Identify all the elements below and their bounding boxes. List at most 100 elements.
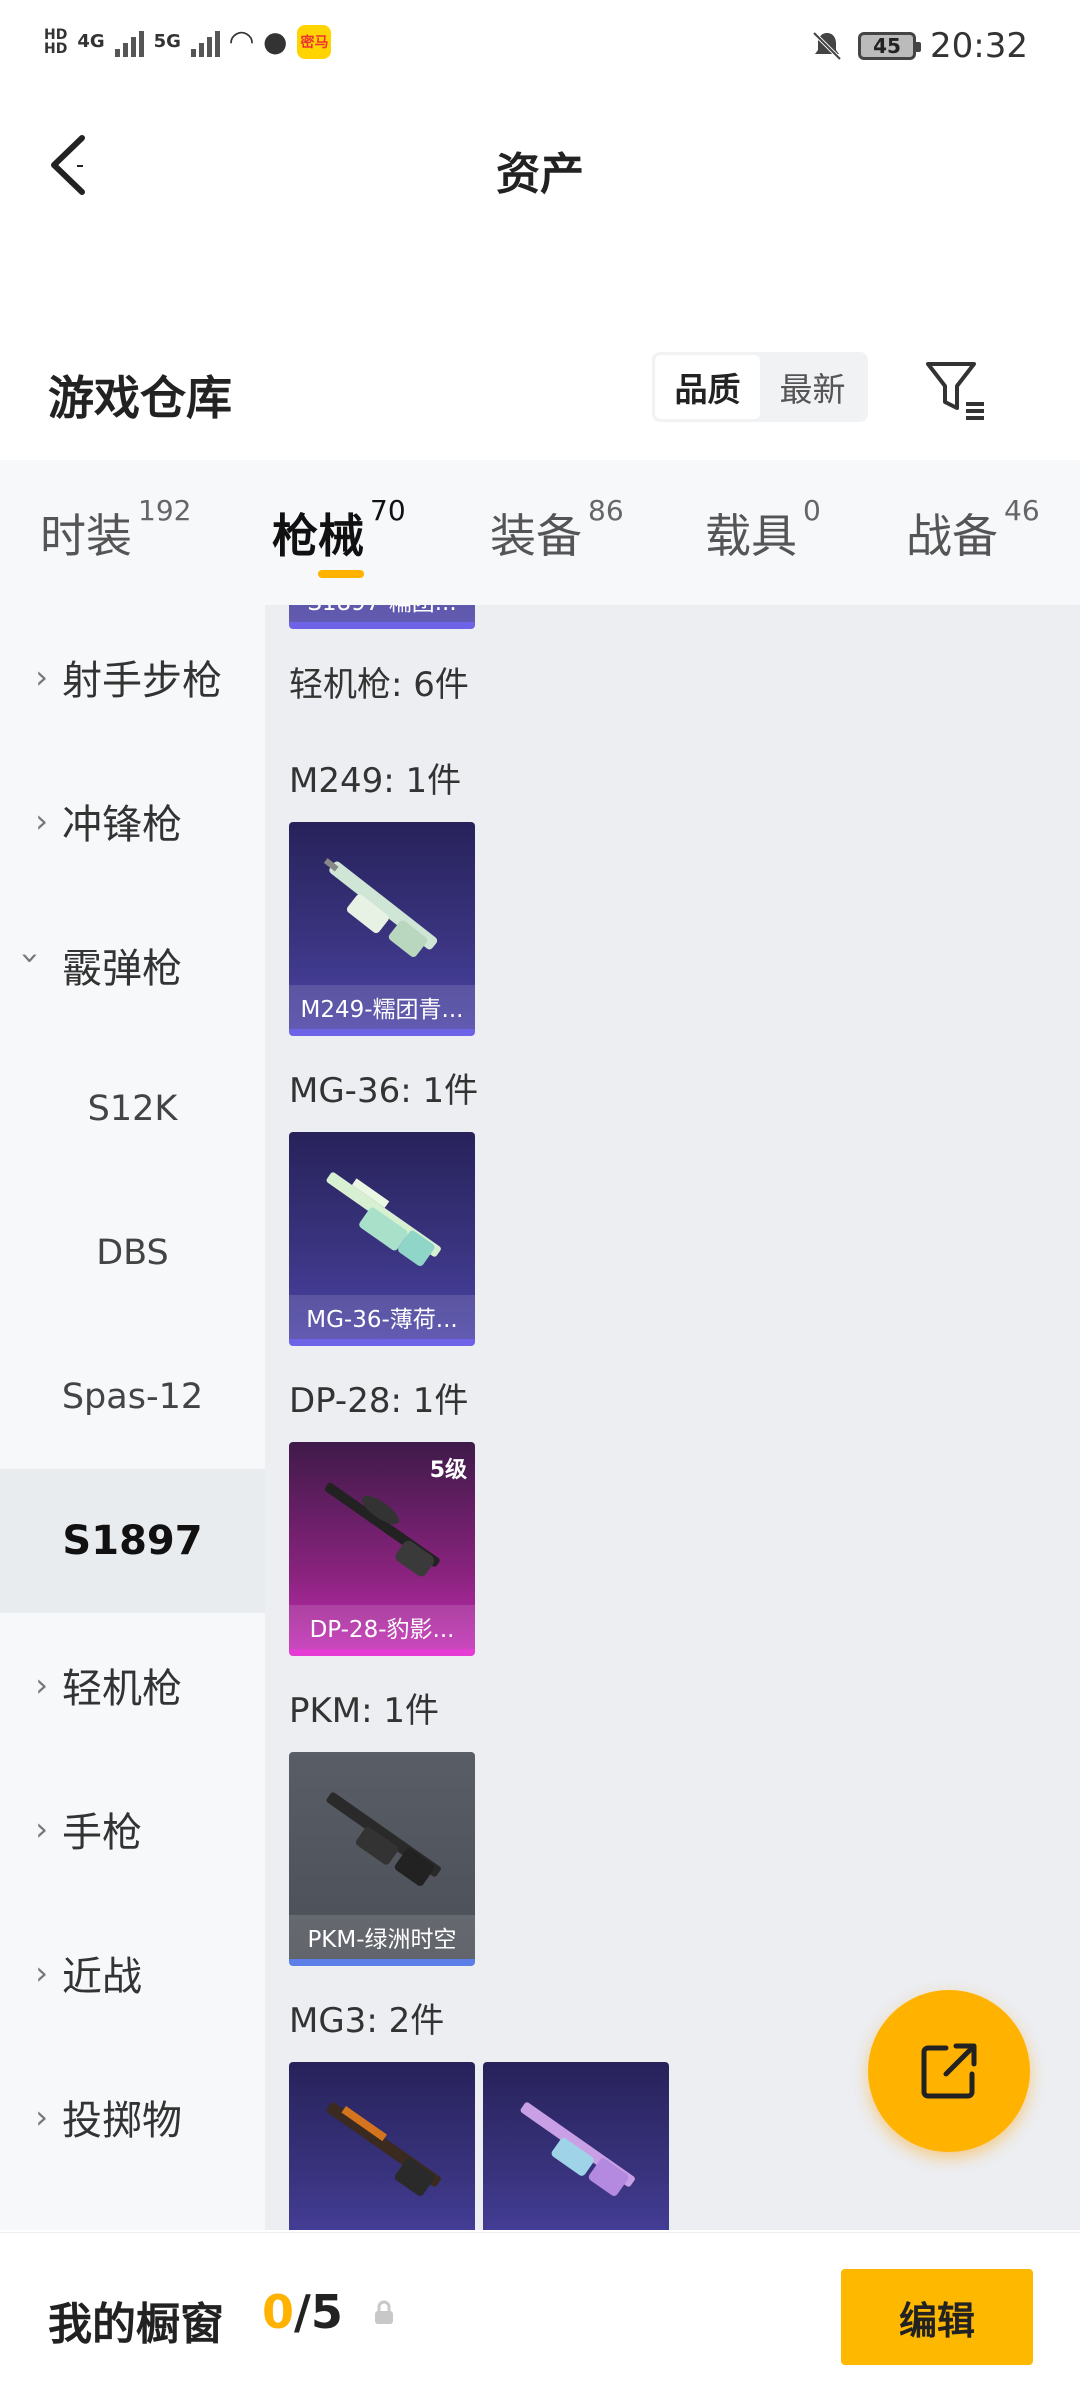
tab-count: 192: [138, 494, 192, 527]
sidebar-item-throwables[interactable]: › 投掷物: [0, 2045, 265, 2189]
sidebar-sub-item-dbs[interactable]: DBS: [0, 1181, 265, 1325]
warehouse-header: 游戏仓库 品质 最新: [0, 330, 1080, 450]
showcase-count-total: 5: [310, 2285, 343, 2339]
clock: 20:32: [930, 26, 1028, 66]
tab-label: 战备: [906, 509, 998, 563]
item-card[interactable]: PKM-绿洲时空: [289, 1752, 475, 1966]
chevron-right-icon: ›: [35, 1810, 48, 1848]
chevron-right-icon: ›: [35, 1666, 48, 1704]
sidebar-item-smg[interactable]: › 冲锋枪: [0, 749, 265, 893]
sort-toggle: 品质 最新: [652, 352, 868, 422]
sidebar-item-label: 轻机枪: [62, 1666, 182, 1712]
sidebar-sub-item-spas12[interactable]: Spas-12: [0, 1325, 265, 1469]
sort-latest-button[interactable]: 最新: [760, 355, 865, 419]
share-button[interactable]: [868, 1990, 1030, 2152]
tab-label: 枪械: [272, 509, 364, 563]
showcase-bar: 我的橱窗 0/5 编辑: [0, 2232, 1080, 2400]
bell-muted-icon: [812, 31, 842, 61]
sidebar-item-shotgun[interactable]: › 霰弹枪: [0, 893, 265, 1037]
weapon-mg3-icon: [326, 2102, 441, 2196]
message-icon: ●: [263, 25, 288, 58]
wifi-icon: ◠: [229, 24, 254, 59]
group-header: MG3: 2件: [289, 2001, 445, 2041]
item-card-caption: M249-糯团青...: [289, 985, 475, 1029]
sidebar-item-dmr[interactable]: › 射手步枪: [0, 605, 265, 749]
weapon-pkm-icon: [326, 1792, 441, 1886]
weapon-dp28-icon: [324, 1482, 440, 1577]
chevron-right-icon: ›: [35, 1954, 48, 1992]
network-type-2: 5G: [153, 31, 181, 52]
nav-bar: 资产: [0, 100, 1080, 240]
item-card[interactable]: MG-36-薄荷...: [289, 1132, 475, 1346]
chevron-right-icon: ›: [35, 658, 48, 696]
showcase-count-sep: /: [294, 2285, 311, 2339]
status-left: HD HD 4G 5G ◠ ● 密马: [44, 24, 332, 59]
hd-icon: HD HD: [44, 26, 68, 57]
page-title: 资产: [496, 149, 584, 200]
sidebar-item-label: 冲锋枪: [62, 802, 182, 848]
lock-icon: [375, 2300, 393, 2324]
group-header: MG-36: 1件: [289, 1071, 479, 1111]
item-card[interactable]: M249-糯团青...: [289, 822, 475, 1036]
tab-firearms[interactable]: 枪械 70: [272, 494, 406, 566]
battery-icon: 45: [858, 32, 922, 60]
tab-vehicles[interactable]: 载具 0: [705, 494, 821, 566]
chevron-right-icon: ›: [35, 2098, 48, 2136]
tab-equipment[interactable]: 装备 86: [490, 494, 624, 566]
category-header: 轻机枪: 6件: [289, 665, 469, 705]
sidebar-item-label: 手枪: [62, 1810, 142, 1856]
sidebar-item-label: 霰弹枪: [62, 946, 182, 992]
chevron-right-icon: ›: [35, 802, 48, 840]
item-card[interactable]: 5级 DP-28-豹影...: [289, 1442, 475, 1656]
showcase-label: 我的橱窗: [48, 2299, 224, 2350]
weapon-type-sidebar: › 射手步枪 › 冲锋枪 › 霰弹枪 S12K DBS Spas-12 S189…: [0, 605, 265, 2230]
sidebar-sub-item-s12k[interactable]: S12K: [0, 1037, 265, 1181]
item-card-caption: S1897-糯团...: [289, 605, 475, 622]
weapon-m249-icon: [323, 858, 438, 958]
share-icon: [921, 2043, 977, 2099]
showcase-count-current: 0: [262, 2285, 295, 2339]
tab-count: 0: [803, 494, 821, 527]
signal-icon: [114, 27, 144, 57]
filter-icon[interactable]: [918, 352, 992, 426]
sidebar-item-lmg[interactable]: › 轻机枪: [0, 1613, 265, 1757]
weapon-mg3-icon: [520, 2102, 635, 2196]
item-grid: S1897-糯团... 轻机枪: 6件 M249: 1件 M249-糯团青...…: [265, 605, 1080, 2230]
network-type-1: 4G: [77, 31, 105, 52]
sidebar-item-pistol[interactable]: › 手枪: [0, 1757, 265, 1901]
item-card[interactable]: [289, 2062, 475, 2230]
tab-label: 装备: [490, 509, 582, 563]
tab-count: 70: [370, 494, 406, 527]
group-header: PKM: 1件: [289, 1691, 440, 1731]
status-right: 45 20:32: [810, 26, 1028, 66]
section-title: 游戏仓库: [48, 371, 232, 425]
status-bar: HD HD 4G 5G ◠ ● 密马 45 20:32: [0, 0, 1080, 100]
item-card-caption: MG-36-薄荷...: [289, 1295, 475, 1339]
showcase-count: 0/5: [262, 2285, 343, 2339]
edit-button[interactable]: 编辑: [841, 2269, 1033, 2365]
tab-label: 载具: [705, 509, 797, 563]
signal-icon-2: [190, 27, 220, 57]
sidebar-item-label: 近战: [62, 1954, 142, 2000]
tab-count: 86: [588, 494, 624, 527]
sort-quality-button[interactable]: 品质: [655, 355, 760, 419]
app-notification-icon: 密马: [297, 24, 332, 59]
active-tab-indicator: [318, 570, 364, 578]
tab-fashion[interactable]: 时装 192: [40, 494, 191, 566]
group-header: DP-28: 1件: [289, 1381, 469, 1421]
tab-supplies[interactable]: 战备 46: [906, 494, 1040, 566]
group-header: M249: 1件: [289, 761, 462, 801]
item-card[interactable]: [483, 2062, 669, 2230]
category-tabs: 时装 192 枪械 70 装备 86 载具 0 战备 46: [0, 460, 1080, 605]
tab-count: 46: [1004, 494, 1040, 527]
weapon-mg36-icon: [326, 1172, 441, 1266]
item-card[interactable]: S1897-糯团...: [289, 605, 475, 629]
sidebar-sub-item-s1897[interactable]: S1897: [0, 1469, 265, 1613]
item-card-caption: PKM-绿洲时空: [289, 1915, 475, 1959]
sidebar-item-melee[interactable]: › 近战: [0, 1901, 265, 2045]
sidebar-item-label: 投掷物: [62, 2098, 182, 2144]
sidebar-item-label: 射手步枪: [62, 658, 222, 704]
item-card-caption: DP-28-豹影...: [289, 1605, 475, 1649]
chevron-down-icon: ›: [12, 951, 50, 965]
tab-label: 时装: [40, 509, 132, 563]
